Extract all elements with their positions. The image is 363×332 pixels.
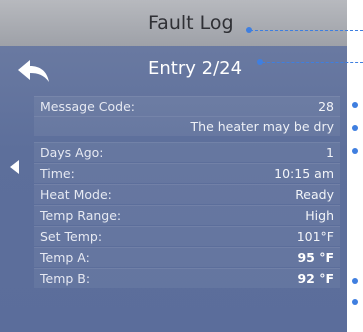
- callout-dot: [352, 148, 358, 154]
- table-row: Time: 10:15 am: [34, 163, 340, 183]
- message-text-row: The heater may be dry: [34, 116, 340, 136]
- callout-dot: [257, 59, 263, 65]
- temp-b-label: Temp B:: [40, 271, 91, 286]
- table-row: Set Temp: 101°F: [34, 226, 340, 246]
- callout-dot: [352, 299, 358, 305]
- time-value: 10:15 am: [274, 166, 334, 181]
- table-row: Temp B: 92 °F: [34, 268, 340, 288]
- heat-mode-label: Heat Mode:: [40, 187, 112, 202]
- temp-range-value: High: [305, 208, 334, 223]
- callout-dot: [352, 278, 358, 284]
- message-code-row: Message Code: 28: [34, 96, 340, 116]
- callout-dot: [352, 102, 358, 108]
- callout-line: [250, 30, 363, 31]
- back-button[interactable]: [16, 58, 50, 86]
- days-ago-label: Days Ago:: [40, 145, 104, 160]
- temp-a-value: 95 °F: [297, 250, 334, 265]
- table-row: Temp A: 95 °F: [34, 247, 340, 267]
- message-text: The heater may be dry: [190, 119, 334, 134]
- table-row: Days Ago: 1: [34, 142, 340, 162]
- message-code-value: 28: [318, 99, 334, 114]
- entry-counter: Entry 2/24: [148, 58, 243, 79]
- header-bar: Fault Log: [0, 0, 347, 46]
- fault-detail-panel: Message Code: 28 The heater may be dry D…: [34, 96, 340, 318]
- heat-mode-value: Ready: [295, 187, 334, 202]
- spa-screen: Fault Log Entry 2/24 Message Code: 28 Th…: [0, 0, 347, 332]
- temp-b-value: 92 °F: [297, 271, 334, 286]
- days-ago-value: 1: [326, 145, 334, 160]
- table-row: Temp Range: High: [34, 205, 340, 225]
- message-code-label: Message Code:: [40, 99, 135, 114]
- back-arrow-icon: [18, 60, 49, 82]
- set-temp-label: Set Temp:: [40, 229, 103, 244]
- triangle-left-icon[interactable]: [10, 160, 19, 174]
- callout-dot: [352, 125, 358, 131]
- callout-dot: [246, 27, 252, 33]
- set-temp-value: 101°F: [296, 229, 334, 244]
- callout-line: [262, 62, 363, 63]
- table-row: Heat Mode: Ready: [34, 184, 340, 204]
- time-label: Time:: [40, 166, 75, 181]
- page-title: Fault Log: [148, 12, 234, 34]
- triangle-right-icon[interactable]: [349, 160, 358, 174]
- temp-range-label: Temp Range:: [40, 208, 122, 223]
- temp-a-label: Temp A:: [40, 250, 90, 265]
